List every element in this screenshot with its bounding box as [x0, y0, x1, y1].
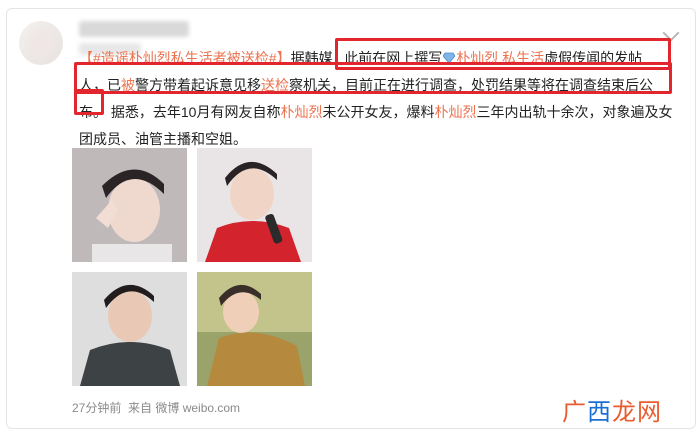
photo-4-image — [197, 272, 312, 386]
weibo-post-card: 【#造谣朴灿烈私生活者被送检#】据韩媒 此前在网上撰写 朴灿烈 私生活虚假传闻的发… — [6, 8, 696, 429]
photo-1[interactable] — [72, 148, 187, 262]
text-segment: 未公开女友，爆料 — [322, 104, 435, 120]
avatar[interactable] — [19, 21, 63, 65]
text-segment: 虚假传闻的发帖 — [544, 50, 643, 66]
private-life-link[interactable]: 私生活 — [502, 50, 544, 66]
highlight-word: 送检 — [261, 77, 289, 93]
text-segment: 人，已 — [79, 77, 121, 93]
photo-1-image — [72, 148, 187, 262]
text-segment: 察机关，目前正在进行调查，处罚结果等将在调查结束后公 — [289, 77, 653, 93]
text-segment: 三年内出轨十余次，对象遍及女 — [476, 104, 673, 120]
photo-2-image — [197, 148, 312, 262]
text-segment: 此前在网上撰写 — [344, 50, 443, 66]
post-source[interactable]: 来自 微博 weibo.com — [128, 401, 240, 415]
photo-2[interactable] — [197, 148, 312, 262]
photo-3[interactable] — [72, 272, 187, 386]
watermark-char-3: 龙网 — [612, 398, 662, 426]
photo-4[interactable] — [197, 272, 312, 386]
post-line-3: 布。 据悉，去年10月有网友自称朴灿烈未公开女友，爆料朴灿烈三年内出轨十余次，对… — [79, 99, 679, 126]
text-segment: 据悉，去年10月有网友自称 — [110, 104, 281, 120]
text-segment: 布。 — [79, 104, 107, 120]
text-segment: 据韩媒 — [290, 50, 333, 66]
name-link[interactable]: 朴灿烈 — [456, 50, 498, 66]
topic-hashtag-link[interactable]: 【#造谣朴灿烈私生活者被送检#】 — [79, 50, 291, 66]
post-text: 【#造谣朴灿烈私生活者被送检#】据韩媒 此前在网上撰写 朴灿烈 私生活虚假传闻的发… — [79, 45, 679, 153]
watermark-logo: 广西龙网 — [562, 392, 662, 427]
highlight-word: 被 — [121, 77, 135, 93]
username-blurred[interactable] — [79, 21, 189, 37]
photo-grid — [72, 148, 312, 388]
post-line-2: 人，已被警方带着起诉意见移送检察机关，目前正在进行调查，处罚结果等将在调查结束后… — [79, 72, 679, 99]
watermark-char-2: 西 — [587, 398, 612, 426]
chevron-down-icon[interactable] — [662, 24, 680, 42]
name-link[interactable]: 朴灿烈 — [434, 104, 476, 120]
post-line-1: 【#造谣朴灿烈私生活者被送检#】据韩媒 此前在网上撰写 朴灿烈 私生活虚假传闻的发… — [79, 45, 679, 72]
photo-3-image — [72, 272, 187, 386]
text-segment: 警方带着起诉意见移 — [135, 77, 261, 93]
watermark-char-1: 广 — [562, 398, 587, 426]
name-link[interactable]: 朴灿烈 — [280, 104, 322, 120]
diamond-icon — [443, 52, 456, 64]
post-meta: 27分钟前 来自 微博 weibo.com — [72, 399, 240, 416]
post-time[interactable]: 27分钟前 — [72, 401, 121, 415]
text-segment: 团成员、油管主播和空姐。 — [79, 131, 247, 147]
